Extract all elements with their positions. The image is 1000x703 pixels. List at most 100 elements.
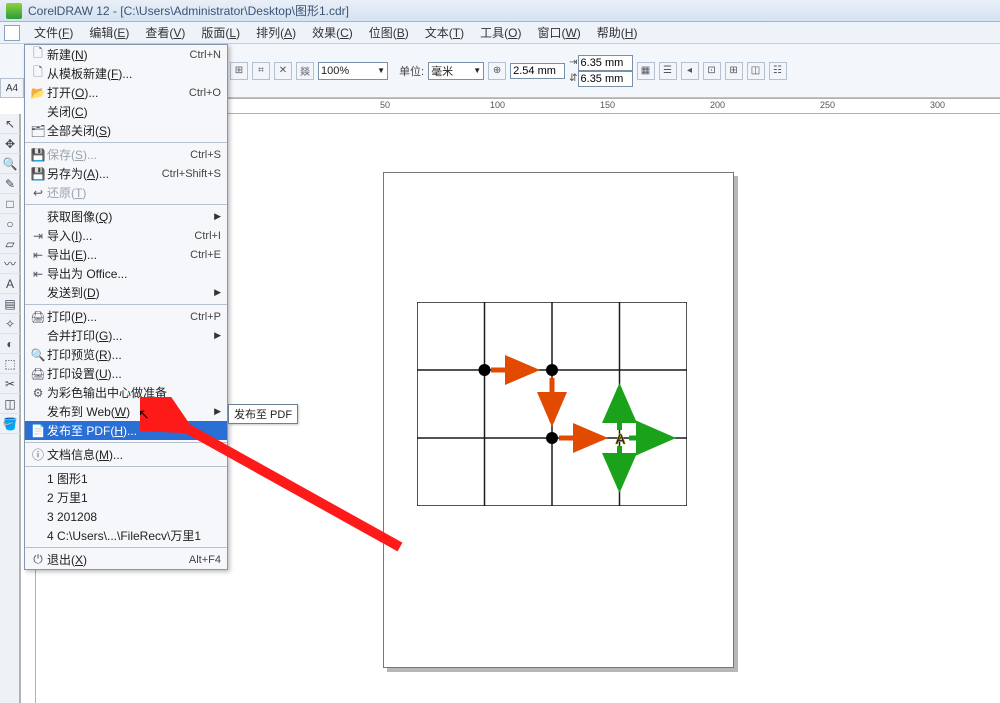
menu-C[interactable]: 效果(C) [304, 22, 361, 43]
menu-item-label: 保存(S)... [47, 146, 190, 163]
file-menu-item[interactable]: 💾另存为(A)...Ctrl+Shift+S [25, 164, 227, 183]
tool-5[interactable]: ○ [0, 214, 20, 234]
file-menu-item[interactable]: 📂打开(O)...Ctrl+O [25, 83, 227, 102]
file-menu-item[interactable]: 🖨打印(P)...Ctrl+P [25, 307, 227, 326]
file-menu-item[interactable]: 1 图形1 [25, 469, 227, 488]
tool-13[interactable]: ✂ [0, 374, 20, 394]
file-menu-item[interactable]: 获取图像(Q)▶ [25, 207, 227, 226]
file-menu-item[interactable]: ⚙为彩色输出中心做准备 [25, 383, 227, 402]
document-window-icon[interactable] [4, 25, 20, 41]
menu-item-icon: ⇤ [29, 248, 47, 262]
redo-icon[interactable]: 燚 [296, 62, 314, 80]
tool-0[interactable]: ↖ [0, 114, 20, 134]
submenu-arrow-icon: ▶ [214, 211, 221, 222]
zoom-combo[interactable]: 100% ▼ [318, 62, 388, 80]
file-menu-item[interactable]: 🗂全部关闭(S) [25, 121, 227, 140]
optbtn-5[interactable]: ⊞ [725, 62, 743, 80]
menu-E[interactable]: 编辑(E) [81, 22, 137, 43]
file-menu-item[interactable]: 🗋新建(N)Ctrl+N [25, 45, 227, 64]
dup-y-input[interactable] [578, 71, 633, 87]
menu-T[interactable]: 文本(T) [417, 22, 472, 43]
menu-item-label: 导出(E)... [47, 246, 190, 263]
nudge-input[interactable] [510, 63, 565, 79]
menu-F[interactable]: 文件(F) [26, 22, 81, 43]
menu-item-label: 1 图形1 [47, 470, 221, 487]
tool-7[interactable]: 〰 [0, 254, 20, 274]
dup-x-input[interactable] [578, 55, 633, 71]
file-menu-item[interactable]: 2 万里1 [25, 488, 227, 507]
optbtn-6[interactable]: ◫ [747, 62, 765, 80]
file-menu-item[interactable]: 🔍打印预览(R)... [25, 345, 227, 364]
tool-4[interactable]: □ [0, 194, 20, 214]
menu-shortcut: Alt+F4 [189, 554, 221, 566]
menu-item-label: 2 万里1 [47, 489, 221, 506]
file-menu-item[interactable]: ⏻退出(X)Alt+F4 [25, 550, 227, 569]
menu-item-icon: 🖨 [29, 367, 47, 381]
menu-shortcut: Ctrl+E [190, 249, 221, 261]
file-menu-item[interactable]: 🖨打印设置(U)... [25, 364, 227, 383]
menu-W[interactable]: 窗口(W) [529, 22, 588, 43]
dup-y-icon: ⇵ [569, 73, 577, 84]
menu-item-icon: 📄 [29, 424, 47, 438]
file-menu-item[interactable]: 关闭(C) [25, 102, 227, 121]
menu-L[interactable]: 版面(L) [193, 22, 248, 43]
ruler-tick-label: 150 [600, 100, 615, 110]
tool-15[interactable]: 🪣 [0, 414, 20, 434]
menu-shortcut: Ctrl+I [194, 230, 221, 242]
tool-12[interactable]: ⬚ [0, 354, 20, 374]
snap-btn-2[interactable]: ⌗ [252, 62, 270, 80]
file-menu-item[interactable]: ⇥导入(I)...Ctrl+I [25, 226, 227, 245]
file-menu-item[interactable]: 发布到 Web(W)▶ [25, 402, 227, 421]
optbtn-1[interactable]: ▦ [637, 62, 655, 80]
menu-V[interactable]: 查看(V) [137, 22, 193, 43]
file-menu-item[interactable]: 发送到(D)▶ [25, 283, 227, 302]
menu-H[interactable]: 帮助(H) [589, 22, 646, 43]
menu-B[interactable]: 位图(B) [361, 22, 417, 43]
file-menu-item[interactable]: 📄发布至 PDF(H)... [25, 421, 227, 440]
dup-x-icon: ⇥ [569, 57, 577, 68]
snap-btn-1[interactable]: ⊞ [230, 62, 248, 80]
tool-14[interactable]: ◫ [0, 394, 20, 414]
file-menu-item[interactable]: 4 C:\Users\...\FileRecv\万里1 [25, 526, 227, 545]
paper-size-combo[interactable]: A4 [0, 78, 24, 98]
file-menu-item[interactable]: ⇤导出为 Office... [25, 264, 227, 283]
menu-O[interactable]: 工具(O) [472, 22, 529, 43]
optbtn-2[interactable]: ☰ [659, 62, 677, 80]
toolbox: ↖✥🔍✎□○▱〰A▤✧◐⬚✂◫🪣 [0, 114, 20, 703]
file-menu-item[interactable]: ⇤导出(E)...Ctrl+E [25, 245, 227, 264]
tool-3[interactable]: ✎ [0, 174, 20, 194]
menu-item-label: 为彩色输出中心做准备 [47, 384, 221, 401]
tool-6[interactable]: ▱ [0, 234, 20, 254]
file-menu-item[interactable]: ⓘ文档信息(M)... [25, 445, 227, 464]
menu-shortcut: Ctrl+O [189, 87, 221, 99]
menu-item-label: 打印设置(U)... [47, 365, 221, 382]
window-title: CorelDRAW 12 - [C:\Users\Administrator\D… [28, 2, 349, 19]
menu-A[interactable]: 排列(A) [248, 22, 304, 43]
tool-11[interactable]: ◐ [0, 334, 20, 354]
file-menu-item: 💾保存(S)...Ctrl+S [25, 145, 227, 164]
optbtn-4[interactable]: ⊡ [703, 62, 721, 80]
tool-9[interactable]: ▤ [0, 294, 20, 314]
file-menu-dropdown: 🗋新建(N)Ctrl+N🗋从模板新建(F)...📂打开(O)...Ctrl+O关… [24, 44, 228, 570]
snap-btn-3[interactable]: ✕ [274, 62, 292, 80]
file-menu-item[interactable]: 🗋从模板新建(F)... [25, 64, 227, 83]
menu-item-icon: 🗋 [29, 44, 47, 65]
optbtn-7[interactable]: ☷ [769, 62, 787, 80]
units-value: 毫米 [431, 63, 453, 79]
file-menu-item: ↩还原(T) [25, 183, 227, 202]
menubar: 文件(F)编辑(E)查看(V)版面(L)排列(A)效果(C)位图(B)文本(T)… [0, 22, 1000, 44]
ruler-tick-label: 250 [820, 100, 835, 110]
tool-8[interactable]: A [0, 274, 20, 294]
file-menu-item[interactable]: 3 201208 [25, 507, 227, 526]
menu-item-icon: ↩ [29, 186, 47, 200]
menu-item-label: 导入(I)... [47, 227, 194, 244]
tool-10[interactable]: ✧ [0, 314, 20, 334]
optbtn-3[interactable]: ◂ [681, 62, 699, 80]
units-label: 单位: [399, 63, 424, 79]
tool-2[interactable]: 🔍 [0, 154, 20, 174]
menu-item-icon: 🖨 [29, 310, 47, 324]
menu-shortcut: Ctrl+S [190, 149, 221, 161]
tool-1[interactable]: ✥ [0, 134, 20, 154]
units-combo[interactable]: 毫米 ▼ [428, 62, 484, 80]
file-menu-item[interactable]: 合并打印(G)...▶ [25, 326, 227, 345]
